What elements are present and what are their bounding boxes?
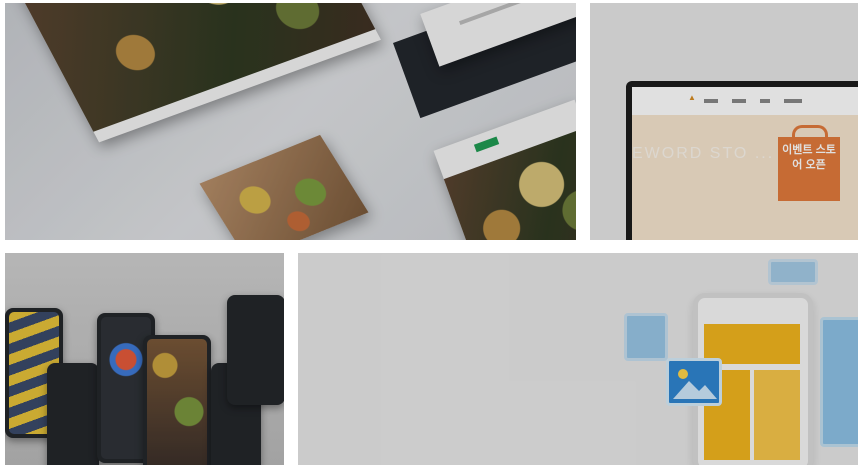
portfolio-tile-food-website[interactable] bbox=[5, 3, 576, 240]
decor-card-left bbox=[624, 313, 668, 361]
phone-mockup-6 bbox=[227, 295, 284, 405]
decor-card-right bbox=[820, 317, 858, 447]
mockup-food-gallery bbox=[199, 134, 369, 240]
phone-mockup-2 bbox=[47, 363, 99, 465]
screen-nav bbox=[632, 87, 858, 115]
portfolio-tile-event-store[interactable]: ▲ EWORD STO ... NEWO 이벤트 스토어 오픈 bbox=[590, 3, 858, 240]
monitor-mockup: ▲ EWORD STO ... NEWO 이벤트 스토어 오픈 bbox=[626, 81, 858, 240]
store-logo: ▲ bbox=[688, 93, 696, 102]
event-bag-badge: 이벤트 스토어 오픈 bbox=[778, 125, 840, 201]
portfolio-grid: ▲ EWORD STO ... NEWO 이벤트 스토어 오픈 bbox=[0, 0, 858, 465]
portfolio-tile-mobile-app[interactable] bbox=[5, 253, 284, 465]
monitor-screen: ▲ EWORD STO ... NEWO 이벤트 스토어 오픈 bbox=[632, 87, 858, 240]
mockup-page-main bbox=[9, 3, 381, 143]
decor-card-top bbox=[768, 259, 818, 285]
phone-mockup-4 bbox=[143, 335, 211, 465]
mockup-page-right-bottom bbox=[433, 99, 576, 240]
portfolio-tile-illustration[interactable] bbox=[298, 253, 858, 465]
image-icon bbox=[666, 358, 722, 406]
